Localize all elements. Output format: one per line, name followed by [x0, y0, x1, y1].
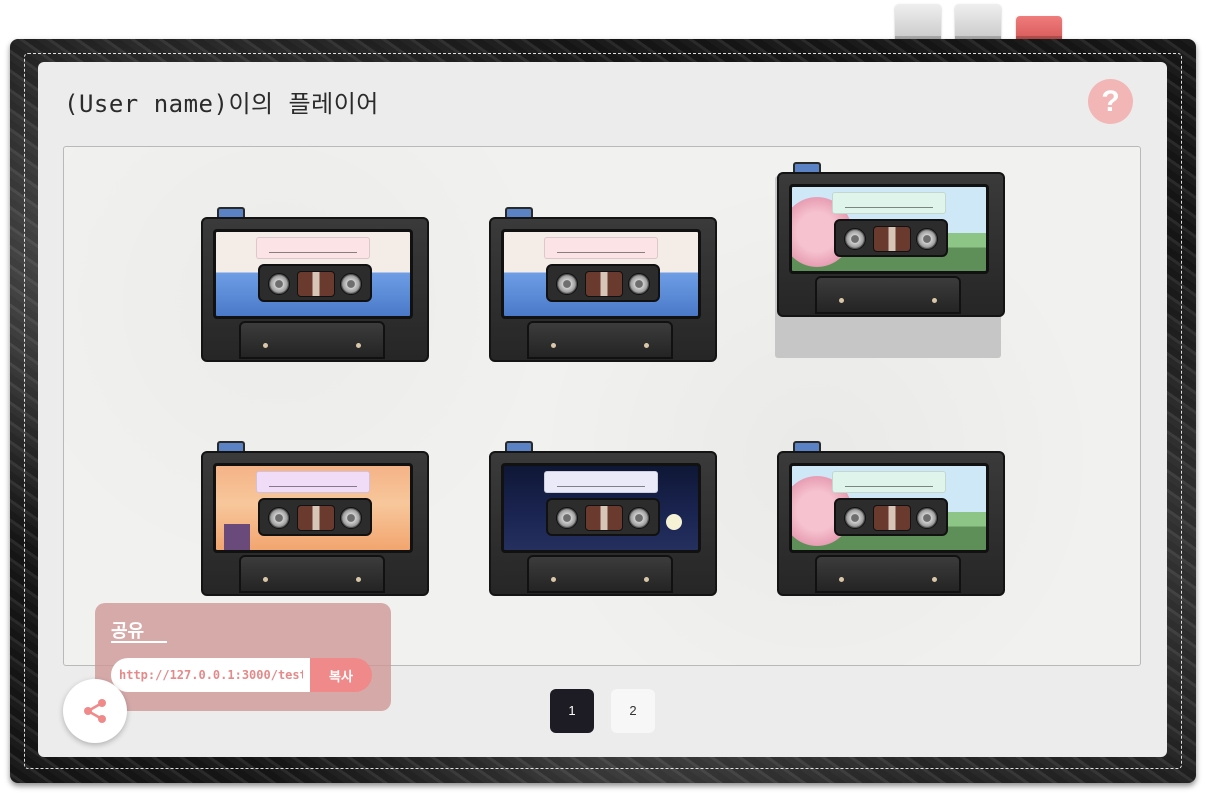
cassette-screen [789, 184, 989, 274]
share-button[interactable] [63, 679, 127, 743]
reel-icon [628, 507, 650, 529]
cassette-reels [258, 264, 372, 302]
copy-button[interactable]: 복사 [310, 658, 372, 692]
reel-icon [844, 228, 866, 250]
reel-icon [844, 507, 866, 529]
cassette-item[interactable] [777, 441, 1005, 596]
cassette-item-selected[interactable] [775, 162, 1005, 358]
cassette-item[interactable] [201, 207, 429, 362]
cassette-screen [501, 463, 701, 553]
page-title: (User name)이의 플레이어 [64, 90, 379, 118]
reel-icon [556, 507, 578, 529]
reel-icon [340, 273, 362, 295]
cassette-reels [258, 498, 372, 536]
page-button-1[interactable]: 1 [550, 689, 594, 733]
tape-window [873, 505, 911, 531]
cassette-bottom [815, 555, 961, 593]
share-title-underline [111, 641, 167, 643]
window-key-maximize[interactable] [955, 4, 1001, 40]
cassette-screen [501, 229, 701, 319]
cassette-bottom [527, 321, 673, 359]
cassette-bottom [815, 276, 961, 314]
cassette-screen [213, 463, 413, 553]
cassette-item[interactable] [201, 441, 429, 596]
tape-window [297, 505, 335, 531]
cassette-label [544, 471, 658, 493]
share-popover: 공유 복사 [95, 603, 391, 711]
share-icon [84, 699, 106, 723]
cassette-bottom [239, 555, 385, 593]
tape-window [873, 226, 911, 252]
reel-icon [340, 507, 362, 529]
share-url-input[interactable] [111, 658, 311, 692]
reel-icon [628, 273, 650, 295]
window-key-minimize[interactable] [895, 4, 941, 40]
cassette-item[interactable] [489, 207, 717, 362]
cassette-screen [789, 463, 989, 553]
cassette-label [832, 471, 946, 493]
reel-icon [268, 507, 290, 529]
cassette-reels [546, 264, 660, 302]
reel-icon [268, 273, 290, 295]
window-key-close[interactable] [1016, 16, 1062, 40]
cassette-bottom [239, 321, 385, 359]
tape-window [585, 271, 623, 297]
cassette-label [544, 237, 658, 259]
reel-icon [916, 507, 938, 529]
page-button-2[interactable]: 2 [611, 689, 655, 733]
cassette-reels [834, 498, 948, 536]
help-button[interactable]: ? [1088, 79, 1133, 124]
cassette-item[interactable] [489, 441, 717, 596]
cassette-screen [213, 229, 413, 319]
tape-window [585, 505, 623, 531]
cassette-label [832, 192, 946, 214]
cassette-label [256, 237, 370, 259]
cassette-label [256, 471, 370, 493]
share-title: 공유 [111, 621, 145, 642]
reel-icon [916, 228, 938, 250]
question-icon: ? [1101, 85, 1120, 118]
tape-window [297, 271, 335, 297]
cassette-reels [834, 219, 948, 257]
cassette-bottom [527, 555, 673, 593]
reel-icon [556, 273, 578, 295]
cassette-gallery [63, 146, 1141, 666]
cassette-reels [546, 498, 660, 536]
